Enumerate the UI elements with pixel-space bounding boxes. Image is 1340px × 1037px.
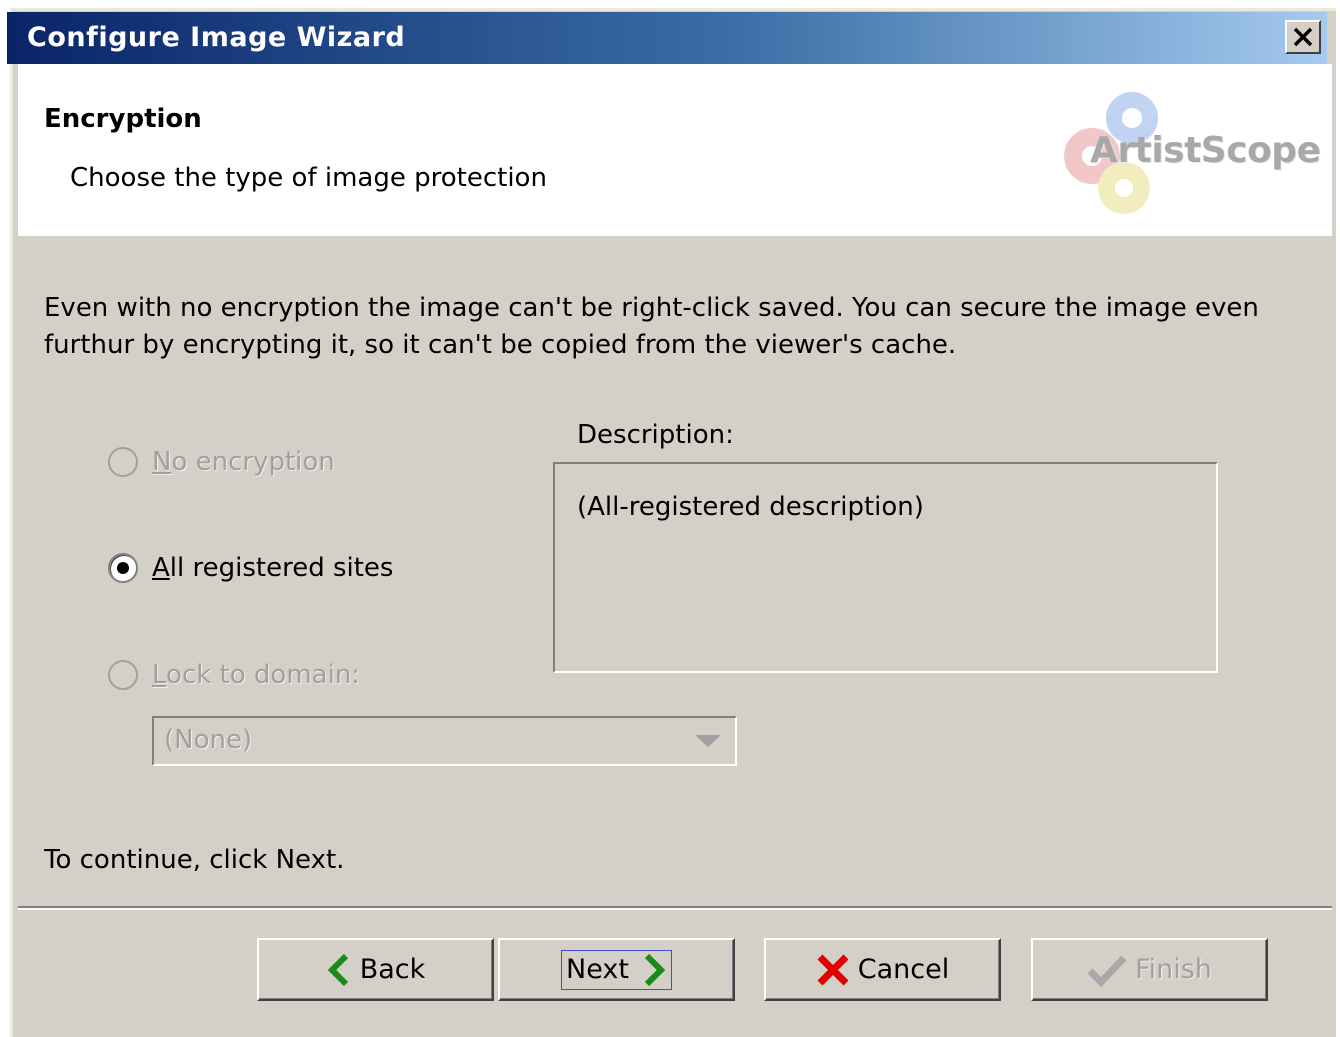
radio-button[interactable] — [108, 447, 138, 477]
footer-hint: To continue, click Next. — [44, 845, 345, 875]
step-title: Encryption — [44, 104, 202, 134]
radio-lock-to-domain[interactable]: Lock to domain: — [108, 660, 360, 690]
chevron-right-icon — [644, 953, 666, 986]
description-text: (All-registered description) — [577, 492, 924, 522]
cancel-button[interactable]: Cancel — [764, 938, 1001, 1001]
check-icon — [1087, 955, 1127, 987]
domain-select[interactable]: (None) — [152, 716, 737, 766]
separator — [18, 906, 1332, 910]
radio-no-encryption[interactable]: No encryption — [108, 447, 335, 477]
finish-button[interactable]: Finish — [1031, 938, 1268, 1001]
radio-label: Lock to domain: — [152, 660, 361, 690]
description-box: (All-registered description) — [553, 462, 1218, 673]
chevron-left-icon — [327, 953, 348, 986]
close-button[interactable] — [1285, 20, 1321, 54]
chevron-down-icon[interactable] — [695, 735, 721, 747]
logo-text: ArtistScope — [1090, 130, 1321, 171]
back-button[interactable]: Back — [257, 938, 494, 1001]
close-icon — [1293, 27, 1313, 47]
red-x-icon — [817, 954, 849, 985]
step-subtitle: Choose the type of image protection — [70, 163, 547, 193]
radio-button[interactable] — [108, 660, 138, 690]
back-label: Back — [359, 954, 426, 985]
domain-select-value: (None) — [164, 725, 253, 755]
cancel-label: Cancel — [857, 954, 950, 985]
intro-text: Even with no encryption the image can't … — [44, 293, 1259, 360]
radio-button[interactable] — [108, 553, 138, 583]
radio-label: All registered sites — [152, 553, 394, 583]
next-label: Next — [566, 954, 629, 985]
wizard-header: Encryption Choose the type of image prot… — [18, 64, 1332, 236]
next-button[interactable]: Next — [498, 938, 735, 1001]
description-label: Description: — [577, 420, 734, 450]
radio-label: No encryption — [152, 447, 335, 477]
window-title: Configure Image Wizard — [27, 22, 406, 53]
radio-all-registered-sites[interactable]: All registered sites — [108, 553, 393, 583]
title-bar[interactable]: Configure Image Wizard — [7, 12, 1327, 64]
finish-label: Finish — [1135, 954, 1212, 985]
